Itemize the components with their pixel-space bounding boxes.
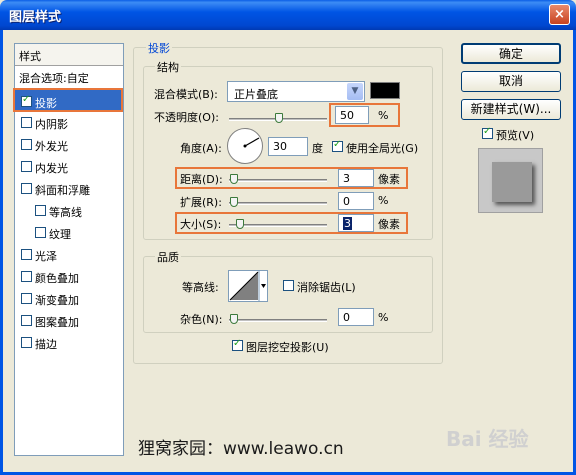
noise-input[interactable]: 0 — [338, 308, 374, 326]
opacity-slider-thumb[interactable] — [275, 113, 283, 123]
structure-title: 结构 — [155, 59, 181, 75]
distance-label: 距离(D): — [180, 173, 223, 186]
distance-slider[interactable] — [229, 179, 327, 182]
style-item-inner-glow[interactable]: 内发光 — [15, 156, 123, 178]
preview-checkbox[interactable] — [482, 126, 493, 139]
checkbox-bevel-emboss[interactable] — [21, 183, 32, 194]
watermark-text: 狸窝家园：www.leawo.cn — [138, 439, 344, 459]
contour-label: 等高线: — [182, 281, 219, 294]
noise-slider-thumb[interactable] — [230, 314, 238, 324]
checkbox-stroke[interactable] — [21, 337, 32, 348]
style-preview — [478, 148, 543, 213]
spread-slider[interactable] — [229, 202, 327, 205]
checkbox-drop-shadow[interactable] — [21, 94, 32, 107]
baidu-watermark: Bai 经验 — [446, 427, 529, 451]
new-style-button[interactable]: 新建样式(W)... — [461, 99, 561, 120]
close-button[interactable]: × — [549, 4, 570, 25]
ok-button[interactable]: 确定 — [461, 43, 561, 64]
distance-unit: 像素 — [378, 173, 400, 186]
angle-unit: 度 — [312, 142, 323, 155]
style-item-label: 渐变叠加 — [35, 294, 79, 307]
blend-mode-value: 正片叠底 — [234, 88, 278, 101]
distance-slider-thumb[interactable] — [230, 174, 238, 184]
style-item-texture[interactable]: 纹理 — [15, 222, 123, 244]
spread-slider-thumb[interactable] — [230, 197, 238, 207]
size-label: 大小(S): — [180, 218, 222, 231]
anti-alias-checkbox[interactable] — [283, 280, 294, 291]
style-item-stroke[interactable]: 描边 — [15, 332, 123, 354]
style-item-drop-shadow[interactable]: 投影 — [13, 88, 123, 112]
blend-mode-dropdown[interactable]: 正片叠底 ▼ — [227, 81, 365, 102]
style-item-pattern-overlay[interactable]: 图案叠加 — [15, 310, 123, 332]
preview-label[interactable]: 预览(V) — [496, 127, 534, 143]
cancel-button[interactable]: 取消 — [461, 71, 561, 92]
window-title: 图层样式 — [9, 10, 62, 25]
style-item-label: 等高线 — [49, 206, 82, 219]
checkbox-inner-glow[interactable] — [21, 161, 32, 172]
angle-dial[interactable] — [227, 128, 263, 164]
size-input[interactable]: 3 — [338, 214, 374, 232]
checkbox-inner-shadow[interactable] — [21, 117, 32, 128]
style-item-outer-glow[interactable]: 外发光 — [15, 134, 123, 156]
checkbox-gradient-overlay[interactable] — [21, 293, 32, 304]
title-bar — [0, 0, 576, 30]
blend-options-label: 混合选项:自定 — [19, 72, 89, 85]
styles-list: 样式 混合选项:自定 投影 内阴影 外发光 内发光 斜面和浮雕 等高线 纹理 光… — [13, 43, 124, 456]
chevron-down-icon: ▼ — [347, 83, 363, 100]
style-item-gradient-overlay[interactable]: 渐变叠加 — [15, 288, 123, 310]
spread-input[interactable]: 0 — [338, 192, 374, 210]
checkbox-outer-glow[interactable] — [21, 139, 32, 150]
global-light-label[interactable]: 使用全局光(G) — [346, 140, 418, 156]
spread-label: 扩展(R): — [180, 196, 222, 209]
style-item-label: 描边 — [35, 338, 57, 351]
style-item-label: 外发光 — [35, 140, 68, 153]
style-item-label: 内发光 — [35, 162, 68, 175]
style-item-satin[interactable]: 光泽 — [15, 244, 123, 266]
shadow-color-swatch[interactable] — [370, 82, 400, 99]
drop-shadow-title: 投影 — [146, 40, 172, 56]
quality-title: 品质 — [155, 249, 181, 265]
style-item-bevel-emboss[interactable]: 斜面和浮雕 — [15, 178, 123, 200]
knockout-checkbox[interactable] — [232, 338, 243, 351]
opacity-input[interactable]: 50 — [335, 106, 369, 124]
checkbox-texture[interactable] — [35, 227, 46, 238]
noise-slider[interactable] — [229, 319, 327, 322]
opacity-label: 不透明度(O): — [154, 111, 219, 124]
style-item-label: 斜面和浮雕 — [35, 184, 90, 197]
angle-dial-needle — [243, 137, 260, 148]
blend-options-item[interactable]: 混合选项:自定 — [15, 66, 123, 88]
style-item-label: 投影 — [35, 97, 57, 110]
size-slider-thumb[interactable] — [236, 219, 244, 229]
anti-alias-label[interactable]: 消除锯齿(L) — [297, 279, 356, 295]
style-item-label: 图案叠加 — [35, 316, 79, 329]
angle-input[interactable]: 30 — [268, 137, 308, 156]
contour-picker[interactable] — [228, 270, 268, 302]
style-item-color-overlay[interactable]: 颜色叠加 — [15, 266, 123, 288]
style-item-label: 纹理 — [49, 228, 71, 241]
distance-input[interactable]: 3 — [338, 169, 374, 187]
noise-label: 杂色(N): — [180, 313, 223, 326]
checkbox-pattern-overlay[interactable] — [21, 315, 32, 326]
style-item-label: 光泽 — [35, 250, 57, 263]
opacity-unit: % — [378, 109, 389, 122]
style-item-label: 内阴影 — [35, 118, 68, 131]
spread-unit: % — [378, 194, 389, 207]
blend-mode-label: 混合模式(B): — [154, 88, 218, 101]
contour-linear-icon — [229, 271, 266, 301]
checkbox-color-overlay[interactable] — [21, 271, 32, 282]
checkbox-satin[interactable] — [21, 249, 32, 260]
style-item-inner-shadow[interactable]: 内阴影 — [15, 112, 123, 134]
styles-header-label: 样式 — [19, 50, 41, 63]
knockout-label[interactable]: 图层挖空投影(U) — [246, 339, 329, 355]
noise-unit: % — [378, 311, 389, 324]
style-item-contour[interactable]: 等高线 — [15, 200, 123, 222]
global-light-checkbox[interactable] — [332, 139, 343, 152]
size-value-selected: 3 — [343, 217, 352, 230]
size-unit: 像素 — [378, 218, 400, 231]
style-item-label: 颜色叠加 — [35, 272, 79, 285]
styles-list-header: 样式 — [15, 44, 123, 66]
angle-label: 角度(A): — [180, 142, 222, 155]
checkbox-contour[interactable] — [35, 205, 46, 216]
preview-swatch — [492, 162, 532, 202]
